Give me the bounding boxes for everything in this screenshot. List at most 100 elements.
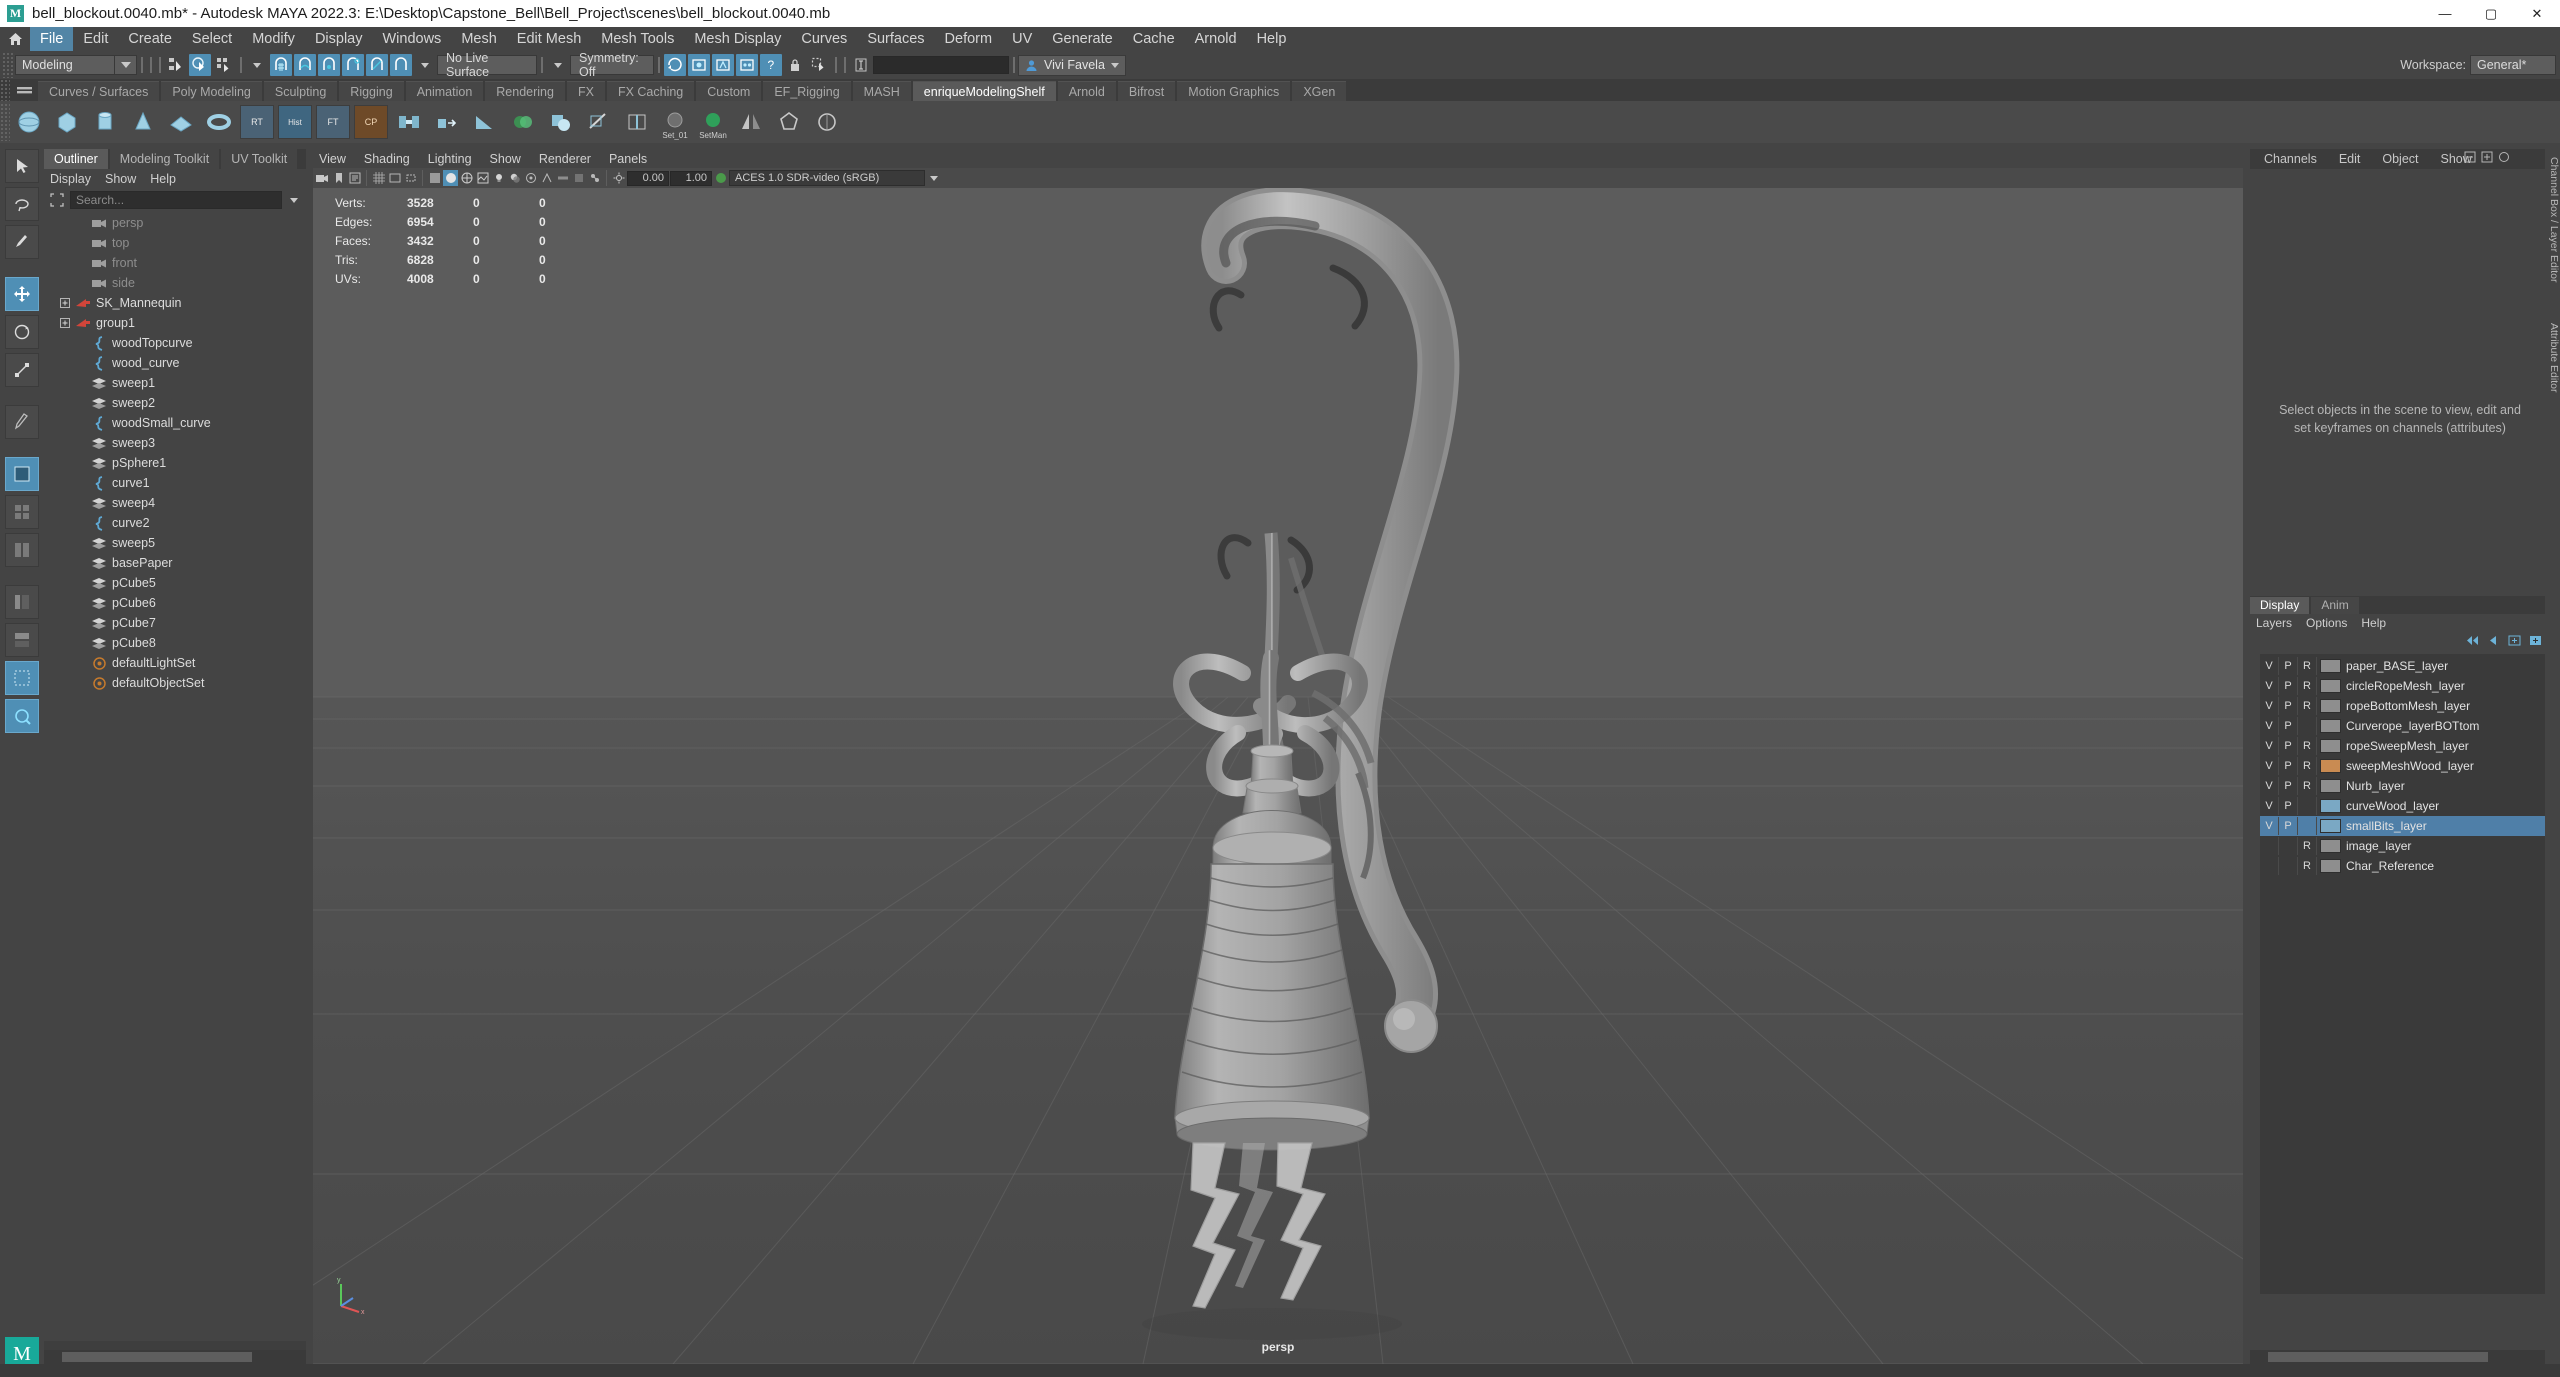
- display-layer-row[interactable]: V P RropeBottomMesh_layer: [2260, 696, 2546, 716]
- layer-toggle-v[interactable]: V: [2260, 757, 2279, 775]
- layer-editor-menu-layers[interactable]: Layers: [2256, 616, 2292, 630]
- outliner-item[interactable]: defaultLightSet: [44, 653, 306, 673]
- viewport-ao-icon[interactable]: [523, 170, 538, 186]
- layer-color-swatch[interactable]: [2320, 859, 2341, 873]
- shelf-icon-setman[interactable]: SetMan: [696, 105, 730, 140]
- menu-display[interactable]: Display: [305, 27, 373, 51]
- outliner-item[interactable]: SK_Mannequin: [44, 293, 306, 313]
- shelf-tab-arnold[interactable]: Arnold: [1057, 81, 1116, 101]
- select-hierarchy-icon[interactable]: [165, 54, 187, 76]
- layer-toggle-v[interactable]: V: [2260, 717, 2279, 735]
- channelbox-layereditor-vtab[interactable]: Channel Box / Layer Editor: [2545, 157, 2560, 283]
- layer-toggle-v[interactable]: V: [2260, 677, 2279, 695]
- menu-edit[interactable]: Edit: [73, 27, 118, 51]
- last-tool-button[interactable]: [5, 405, 39, 439]
- shelf-menu-icon[interactable]: [10, 79, 38, 101]
- close-button[interactable]: ✕: [2514, 0, 2560, 27]
- menu-arnold[interactable]: Arnold: [1185, 27, 1247, 51]
- layer-color-swatch[interactable]: [2320, 659, 2341, 673]
- viewport-shadows-icon[interactable]: [507, 170, 522, 186]
- channelbox-menu-channels[interactable]: Channels: [2254, 149, 2327, 169]
- channelbox-menu-object[interactable]: Object: [2372, 149, 2428, 169]
- display-layer-row[interactable]: V P RcircleRopeMesh_layer: [2260, 676, 2546, 696]
- layer-toggle-p[interactable]: P: [2279, 757, 2298, 775]
- menu-file[interactable]: File: [30, 27, 74, 51]
- display-layer-row[interactable]: V P R Nurb_layer: [2260, 776, 2546, 796]
- render-settings-icon[interactable]: [736, 54, 758, 76]
- display-layer-row[interactable]: R Char_Reference: [2260, 856, 2546, 876]
- shelf-icon-cp[interactable]: CP: [354, 105, 388, 139]
- shelf-icon-multicut[interactable]: [582, 105, 616, 139]
- workspace-combo[interactable]: General*: [2470, 55, 2556, 75]
- layer-toggle-p[interactable]: P: [2279, 817, 2298, 835]
- outliner-item[interactable]: top: [44, 233, 306, 253]
- display-layer-row[interactable]: V P Curverope_layerBOTtom: [2260, 716, 2546, 736]
- shelf-tab-fx[interactable]: FX: [566, 81, 605, 101]
- viewport-3d-canvas[interactable]: Verts: 3528 0 0 Edges: 6954 0 0 Faces: 3432 0 0 Tris…: [313, 188, 2243, 1364]
- display-layer-row[interactable]: V P RropeSweepMesh_layer: [2260, 736, 2546, 756]
- outliner-menu-help[interactable]: Help: [150, 172, 176, 186]
- display-layer-row[interactable]: V P Rpaper_BASE_layer: [2260, 656, 2546, 676]
- snap-view-plane-icon[interactable]: [366, 54, 388, 76]
- viewport-film-gate-icon[interactable]: [387, 170, 402, 186]
- viewport-colorspace-combo[interactable]: ACES 1.0 SDR-video (sRGB): [729, 170, 925, 186]
- layer-toggle-v[interactable]: V: [2260, 817, 2279, 835]
- viewport-menu-shading[interactable]: Shading: [364, 152, 410, 166]
- expand-plus-icon[interactable]: [58, 316, 72, 330]
- command-input[interactable]: [873, 56, 1009, 74]
- outliner-item[interactable]: pSphere1: [44, 453, 306, 473]
- layer-color-swatch[interactable]: [2320, 739, 2341, 753]
- persp-graph-layout-button[interactable]: [5, 699, 39, 733]
- layer-toggle-r[interactable]: R: [2298, 757, 2317, 775]
- viewport-menu-renderer[interactable]: Renderer: [539, 152, 591, 166]
- viewport-select-camera-icon[interactable]: [315, 170, 330, 186]
- attribute-editor-vtab[interactable]: Attribute Editor: [2545, 323, 2560, 392]
- menu-help[interactable]: Help: [1247, 27, 1297, 51]
- layer-toggle-v[interactable]: [2260, 857, 2279, 875]
- lock-icon[interactable]: [784, 54, 806, 76]
- outliner-item-list[interactable]: persp top front side SK_Mannequin group1 woodT…: [44, 211, 306, 1341]
- viewport-xray-joints-icon[interactable]: [587, 170, 602, 186]
- snap-projected-center-icon[interactable]: [342, 54, 364, 76]
- layer-toggle-r[interactable]: R: [2298, 837, 2317, 855]
- outliner-item[interactable]: woodTopcurve: [44, 333, 306, 353]
- viewport-smooth-shade-icon[interactable]: [443, 170, 458, 186]
- shelf-icon-torus[interactable]: [202, 105, 236, 139]
- rotate-tool-button[interactable]: [5, 315, 39, 349]
- select-object-icon[interactable]: [189, 54, 211, 76]
- viewport-bookmark-icon[interactable]: [331, 170, 346, 186]
- layer-toggle-r[interactable]: R: [2298, 777, 2317, 795]
- shelf-icon-cone[interactable]: [126, 105, 160, 139]
- layer-color-swatch[interactable]: [2320, 679, 2341, 693]
- layer-color-swatch[interactable]: [2320, 839, 2341, 853]
- channelbox-icon-2[interactable]: [2481, 150, 2493, 168]
- layer-editor-tab-anim[interactable]: Anim: [2311, 597, 2359, 614]
- outliner-item[interactable]: defaultObjectSet: [44, 673, 306, 693]
- shelf-icon-circularize[interactable]: [810, 105, 844, 139]
- menu-mesh-display[interactable]: Mesh Display: [684, 27, 791, 51]
- shelf-tab-ef-rigging[interactable]: EF_Rigging: [763, 81, 851, 101]
- layer-toggle-v[interactable]: V: [2260, 697, 2279, 715]
- shelf-icon-nsided[interactable]: [772, 105, 806, 139]
- shelf-icon-bridge[interactable]: [392, 105, 426, 139]
- shelf-icon-wedge[interactable]: [468, 105, 502, 139]
- shelf-icon-sphere[interactable]: [12, 105, 46, 139]
- shelf-tab-mash[interactable]: MASH: [852, 81, 911, 101]
- component-mask-dropdown-icon[interactable]: [246, 54, 268, 76]
- symmetry-field[interactable]: Symmetry: Off: [570, 51, 654, 79]
- shelf-icon-insert-edge[interactable]: [620, 105, 654, 139]
- menuset-mode-combo[interactable]: Modeling: [15, 55, 115, 75]
- layer-editor-tab-display[interactable]: Display: [2250, 597, 2310, 614]
- layer-toggle-p[interactable]: P: [2279, 697, 2298, 715]
- viewport-menu-lighting[interactable]: Lighting: [428, 152, 472, 166]
- menuset-mode-arrow[interactable]: [115, 55, 137, 75]
- select-tool-button[interactable]: [5, 149, 39, 183]
- snap-curve-icon[interactable]: [294, 54, 316, 76]
- paint-select-tool-button[interactable]: [5, 225, 39, 259]
- selection-mask-icon[interactable]: [808, 54, 830, 76]
- home-icon[interactable]: [0, 32, 30, 46]
- live-surface-field[interactable]: No Live Surface: [437, 51, 537, 79]
- move-tool-button[interactable]: [5, 277, 39, 311]
- layer-new-selected-icon[interactable]: [2529, 633, 2542, 651]
- snap-magnet-icon[interactable]: [390, 54, 412, 76]
